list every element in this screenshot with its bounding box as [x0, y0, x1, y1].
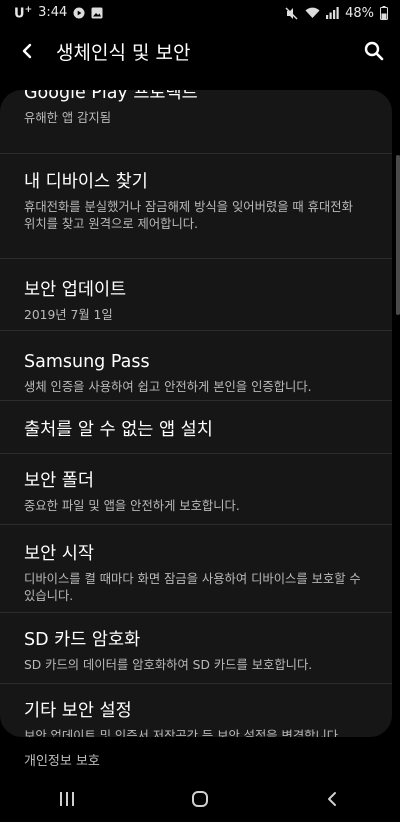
back-nav-button[interactable] [303, 779, 363, 819]
settings-item-security-update[interactable]: 보안 업데이트 2019년 7월 1일 [0, 258, 392, 330]
settings-item-google-play-protect[interactable]: Google Play 프로텍트 유해한 앱 감지됨 [0, 90, 392, 153]
settings-card: Google Play 프로텍트 유해한 앱 감지됨 내 디바이스 찾기 휴대전… [0, 90, 392, 737]
back-arrow-icon [22, 43, 32, 59]
wifi-icon [305, 7, 320, 19]
settings-item-title: 보안 폴더 [24, 471, 94, 491]
search-button[interactable] [356, 33, 392, 69]
back-nav-icon [328, 791, 337, 806]
signal-icon [326, 7, 339, 19]
settings-item-title: 보안 시작 [24, 544, 94, 564]
battery-percent: 48% [345, 5, 374, 21]
app-bar: 생체인식 및 보안 [0, 26, 400, 76]
mute-icon [285, 7, 299, 20]
settings-item-find-my-device[interactable]: 내 디바이스 찾기 휴대전화를 분실했거나 잠금해제 방식을 잊어버렸을 때 휴… [0, 153, 392, 258]
carrier-label: U+ [14, 4, 33, 22]
settings-item-other-security-settings[interactable]: 기타 보안 설정 보안 업데이트 및 인증서 저장공간 등 보안 설정을 변경합… [0, 683, 392, 737]
settings-item-title: Samsung Pass [24, 352, 150, 372]
settings-item-title: SD 카드 암호화 [24, 630, 141, 650]
settings-item-samsung-pass[interactable]: Samsung Pass 생체 인증을 사용하여 쉽고 안전하게 본인을 인증합… [0, 330, 392, 400]
settings-item-title: 보안 업데이트 [24, 280, 127, 300]
recent-apps-icon [59, 791, 74, 806]
back-button[interactable] [10, 33, 46, 69]
home-icon [191, 790, 208, 807]
settings-item-secure-startup[interactable]: 보안 시작 디바이스를 켤 때마다 화면 잠금을 사용하여 디바이스를 보호할 … [0, 524, 392, 612]
status-bar: U+ 3:44 48% [0, 0, 400, 26]
settings-item-subtitle: 생체 인증을 사용하여 쉽고 안전하게 본인을 인증합니다. [24, 380, 312, 394]
settings-item-sd-card-encryption[interactable]: SD 카드 암호화 SD 카드의 데이터를 암호화하여 SD 카드를 보호합니다… [0, 612, 392, 683]
media-play-icon [73, 7, 85, 19]
settings-item-subtitle: 휴대전화를 분실했거나 잠금해제 방식을 잊어버렸을 때 휴대전화 위치를 찾고… [24, 200, 353, 231]
settings-item-install-unknown-apps[interactable]: 출처를 알 수 없는 앱 설치 [0, 400, 392, 453]
status-time: 3:44 [38, 5, 68, 21]
home-button[interactable] [170, 779, 230, 819]
scrollbar-thumb[interactable] [396, 155, 400, 315]
recent-apps-button[interactable] [37, 779, 97, 819]
settings-item-subtitle: SD 카드의 데이터를 암호화하여 SD 카드를 보호합니다. [24, 658, 313, 672]
gallery-icon [91, 7, 103, 19]
settings-item-subtitle: 디바이스를 켤 때마다 화면 잠금을 사용하여 디바이스를 보호할 수 있습니다… [24, 572, 361, 603]
settings-list: Google Play 프로텍트 유해한 앱 감지됨 내 디바이스 찾기 휴대전… [0, 90, 392, 737]
page-title: 생체인식 및 보안 [56, 41, 191, 64]
settings-item-subtitle: 보안 업데이트 및 인증서 저장공간 등 보안 설정을 변경합니다. [24, 729, 343, 737]
settings-item-subtitle: 2019년 7월 1일 [24, 308, 113, 322]
battery-icon [380, 6, 388, 20]
settings-item-title: 출처를 알 수 없는 앱 설치 [24, 420, 213, 440]
navigation-bar [0, 775, 400, 822]
settings-item-secure-folder[interactable]: 보안 폴더 중요한 파일 및 앱을 안전하게 보호합니다. [0, 453, 392, 524]
settings-item-title: 기타 보안 설정 [24, 701, 132, 721]
search-icon [364, 41, 384, 61]
settings-item-subtitle: 중요한 파일 및 앱을 안전하게 보호합니다. [24, 499, 240, 513]
settings-item-title: 내 디바이스 찾기 [24, 172, 148, 192]
section-header-privacy: 개인정보 보호 [24, 754, 100, 769]
settings-item-subtitle: 유해한 앱 감지됨 [24, 111, 112, 125]
settings-item-title: Google Play 프로텍트 [24, 90, 198, 103]
